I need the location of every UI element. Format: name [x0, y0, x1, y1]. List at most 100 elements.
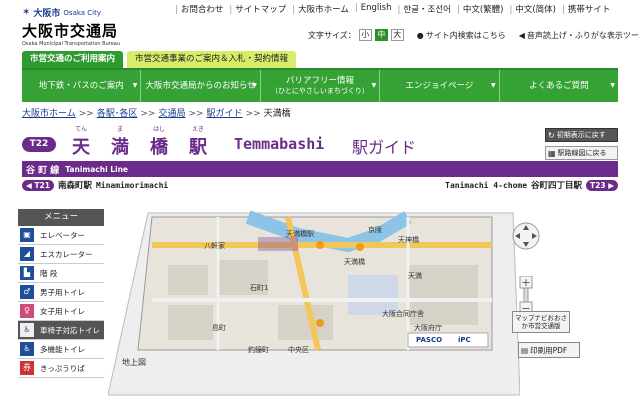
title-actions: ↻ 初期表示に戻す ▦ 駅路線図に戻る	[545, 128, 618, 164]
title-char: はし 橋	[150, 124, 168, 159]
pan-control[interactable]	[512, 220, 540, 272]
breadcrumb-sep: >>	[140, 109, 156, 119]
prev-station-link[interactable]: ◀ T21 南森町駅 Minamimorimachi	[22, 179, 168, 191]
breadcrumb: 大阪市ホーム >> 各駅･各区 >> 交通局 >> 駅ガイド >> 天満橋	[22, 106, 291, 119]
menu-item-wheelchair-toilet[interactable]: ♿ 車椅子対応トイレ	[18, 321, 104, 340]
menu-item-escalator[interactable]: ◢ エスカレーター	[18, 245, 104, 264]
elevator-icon: ▣	[20, 228, 34, 242]
menu-title: メニュー	[18, 209, 104, 226]
speaker-icon: ◀	[518, 30, 525, 40]
title-ruby: てん	[74, 126, 87, 133]
reset-view-button[interactable]: ↻ 初期表示に戻す	[545, 128, 618, 142]
menu-item-stairs[interactable]: ▙ 階 段	[18, 264, 104, 283]
back-to-route-map-label: 駅路線図に戻る	[557, 149, 607, 157]
site-logo[interactable]: ✶ 大阪市 Osaka City 大阪市交通局 Osaka Municipal …	[22, 6, 120, 47]
facility-menu: メニュー ▣ エレベーター ◢ エスカレーター ▙ 階 段 ♂ 男子用トイレ ♀…	[18, 209, 104, 400]
mens-toilet-icon: ♂	[20, 285, 34, 299]
nav-label: 地下鉄・バスのご案内	[38, 81, 124, 91]
map-place-label: 天神橋	[398, 236, 419, 244]
chevron-down-icon: ▼	[132, 82, 138, 89]
nav-label: 大阪市交通局からのお知らせ	[145, 81, 256, 91]
line-name: 谷 町 線	[26, 165, 60, 176]
logo-brand: 大阪市	[33, 9, 61, 19]
tab-business-info[interactable]: 市営交通事業のご案内＆入札・契約情報	[127, 51, 297, 68]
breadcrumb-sep: >>	[78, 109, 94, 119]
link-chinese-simplified[interactable]: 中文(简体)	[506, 3, 559, 15]
nav-notices[interactable]: 大阪市交通局からのお知らせ ▼	[141, 70, 261, 102]
link-chinese-traditional[interactable]: 中文(繁體)	[454, 3, 507, 15]
map-canvas	[108, 210, 520, 396]
font-size-medium-button[interactable]: 中	[374, 29, 388, 41]
multipurpose-toilet-icon: ♿	[20, 342, 34, 356]
map-place-label: 大阪合同庁舎	[382, 310, 424, 318]
womens-toilet-icon: ♀	[20, 304, 34, 318]
chevron-down-icon: ▼	[610, 82, 616, 89]
page-title: T22 てん 天 ま 満 はし 橋 えき 駅 Temmabashi 駅ガイド	[22, 124, 522, 160]
nav-enjoy[interactable]: エンジョイページ ▼	[380, 70, 500, 102]
breadcrumb-bureau[interactable]: 交通局	[158, 109, 185, 119]
nav-barrier-free[interactable]: バリアフリー情報 （ひとにやさしいまちづくり） ▼	[261, 70, 381, 102]
top-links: お問合わせ サイトマップ 大阪市ホーム English 한글・조선어 中文(繁體…	[172, 3, 613, 15]
link-osaka-home[interactable]: 大阪市ホーム	[289, 3, 352, 15]
print-pdf-button[interactable]: ▤ 印刷用PDF	[518, 342, 580, 358]
nav-label: よくあるご質問	[529, 81, 589, 91]
title-char: てん 天	[72, 124, 90, 159]
logo-name-en: Osaka Municipal Transportation Bureau	[22, 41, 121, 47]
escalator-icon: ◢	[20, 247, 34, 261]
nav-subway-bus[interactable]: 地下鉄・バスのご案内 ▼	[22, 70, 142, 102]
breadcrumb-sep: >>	[245, 109, 261, 119]
menu-item-label: 多機能トイレ	[40, 344, 85, 354]
site-search-link[interactable]: ● サイト内検索はこちら	[417, 30, 506, 41]
title-ruby: ま	[116, 126, 123, 133]
reload-icon: ↻	[548, 130, 555, 140]
nav-label: バリアフリー情報	[286, 76, 355, 86]
voice-tool-link[interactable]: ◀ 音声読上げ・ふりがな表示ツール	[519, 30, 640, 41]
link-mobile[interactable]: 携帯サイト	[559, 3, 613, 15]
stairs-icon: ▙	[20, 266, 34, 280]
breadcrumb-current: 天満橋	[263, 109, 291, 119]
breadcrumb-sep: >>	[188, 109, 204, 119]
menu-item-ticket[interactable]: 券 きっぷうりば	[18, 359, 104, 378]
font-size-small-button[interactable]: 小	[358, 29, 372, 41]
map-place-label: 京阪	[368, 226, 382, 234]
title-guide: 駅ガイド	[352, 138, 417, 157]
map-place-label: 天満	[408, 272, 422, 280]
menu-item-label: 階 段	[40, 268, 58, 278]
link-contact[interactable]: お問合わせ	[172, 3, 226, 15]
pdf-icon: ▤	[521, 345, 529, 355]
map-credit-pasco: PASCO	[416, 336, 443, 344]
zoom-control[interactable]: + −	[514, 276, 538, 316]
link-korean[interactable]: 한글・조선어	[394, 3, 453, 15]
tab-usage-guide[interactable]: 市営交通のご利用案内	[22, 51, 124, 68]
title-kanji: 天	[72, 137, 90, 158]
link-english[interactable]: English	[352, 3, 395, 15]
menu-item-label: エレベーター	[40, 230, 85, 240]
menu-item-elevator[interactable]: ▣ エレベーター	[18, 226, 104, 245]
menu-item-multipurpose-toilet[interactable]: ♿ 多機能トイレ	[18, 340, 104, 359]
breadcrumb-osaka-home[interactable]: 大阪市ホーム	[22, 109, 76, 119]
title-english: Temmabashi	[234, 135, 325, 153]
svg-text:+: +	[521, 276, 530, 289]
next-station-link[interactable]: Tanimachi 4-chome 谷町四丁目駅 T23 ▶	[445, 179, 618, 191]
header: ✶ 大阪市 Osaka City 大阪市交通局 Osaka Municipal …	[0, 0, 640, 48]
city-emblem-icon: ✶	[22, 7, 31, 18]
voice-tool-label: 音声読上げ・ふりがな表示ツール	[526, 30, 640, 40]
font-size-large-button[interactable]: 大	[390, 29, 404, 41]
breadcrumb-stations-wards[interactable]: 各駅･各区	[97, 109, 138, 119]
link-sitemap[interactable]: サイトマップ	[226, 3, 289, 15]
menu-item-mens-toilet[interactable]: ♂ 男子用トイレ	[18, 283, 104, 302]
map-place-label: 中央区	[288, 346, 309, 354]
menu-item-label: きっぷうりば	[40, 363, 85, 373]
logo-name: 大阪市交通局	[22, 22, 119, 40]
map-navi-osaka-link[interactable]: マップナビおおさか市営交通版	[512, 311, 570, 333]
nav-faq[interactable]: よくあるご質問 ▼	[500, 70, 618, 102]
back-to-route-map-button[interactable]: ▦ 駅路線図に戻る	[545, 146, 618, 160]
menu-item-womens-toilet[interactable]: ♀ 女子用トイレ	[18, 302, 104, 321]
title-kanji: 満	[111, 137, 129, 158]
line-name-en: Tanimachi Line	[65, 164, 129, 174]
station-map[interactable]: 天満橋駅 天満橋 天神橋 八軒家 石町1 島町 釣鐘町 天満 大阪合同庁舎 大阪…	[108, 205, 520, 400]
nav-label: エンジョイページ	[405, 81, 474, 91]
menu-item-label: 女子用トイレ	[40, 306, 85, 316]
breadcrumb-station-guide[interactable]: 駅ガイド	[207, 109, 243, 119]
next-station-name: 谷町四丁目駅	[531, 181, 583, 191]
